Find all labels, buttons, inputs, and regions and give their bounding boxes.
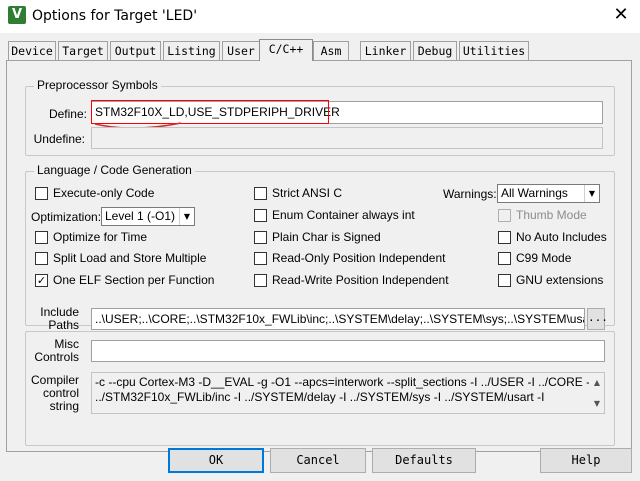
undefine-label: Undefine: [33,132,85,146]
no-auto-includes-checkbox[interactable] [498,231,511,244]
scroll-down-icon[interactable]: ▼ [594,396,600,411]
thumb-mode-checkbox[interactable] [498,209,511,222]
compiler-string-line2: ../STM32F10x_FWLib/inc -I ../SYSTEM/dela… [95,390,545,404]
gnu-extensions-label: GNU extensions [516,273,604,287]
rwpi-label: Read-Write Position Independent [272,273,449,287]
tab-asm[interactable]: Asm [313,41,349,60]
rwpi-checkbox[interactable] [254,274,267,287]
include-paths-value: ..\USER;..\CORE;..\STM32F10x_FWLib\inc;.… [95,312,585,326]
include-paths-input[interactable]: ..\USER;..\CORE;..\STM32F10x_FWLib\inc;.… [91,308,585,330]
title-bar: V Options for Target 'LED' ✕ [0,0,640,33]
compiler-string-label: Compiler control string [27,374,79,413]
tab-device[interactable]: Device [8,41,56,60]
include-paths-label: Include Paths [27,306,79,332]
execute-only-label: Execute-only Code [53,186,155,200]
plain-char-checkbox[interactable] [254,231,267,244]
define-input[interactable]: STM32F10X_LD,USE_STDPERIPH_DRIVER [91,101,603,124]
tab-linker[interactable]: Linker [360,41,411,60]
tab-c-cpp[interactable]: C/C++ [259,39,313,61]
tab-strip: Device Target Output Listing User C/C++ … [8,39,628,61]
c-cpp-panel: Preprocessor Symbols Define: STM32F10X_L… [6,60,632,452]
tab-debug[interactable]: Debug [413,41,457,60]
misc-controls-label-line2: Controls [34,350,79,364]
warnings-label: Warnings: [443,187,497,201]
preprocessor-group-title: Preprocessor Symbols [34,78,161,92]
ok-button[interactable]: OK [168,448,264,473]
split-load-checkbox[interactable] [35,252,48,265]
warnings-select[interactable]: All Warnings ▼ [497,184,600,203]
one-elf-section-checkbox[interactable]: ✓ [35,274,48,287]
tab-utilities[interactable]: Utilities [459,41,529,60]
misc-controls-label: Misc Controls [27,338,79,364]
enum-container-checkbox[interactable] [254,209,267,222]
window-title: Options for Target 'LED' [32,8,198,24]
optimization-value: Level 1 (-O1) [105,209,176,223]
tab-user[interactable]: User [222,41,260,60]
compiler-string-box[interactable]: -c --cpu Cortex-M3 -D__EVAL -g -O1 --apc… [91,372,605,414]
warnings-value: All Warnings [501,186,568,200]
ropi-checkbox[interactable] [254,252,267,265]
strict-ansi-label: Strict ANSI C [272,186,343,200]
execute-only-checkbox[interactable] [35,187,48,200]
close-button[interactable]: ✕ [606,2,636,28]
chevron-down-icon: ▼ [179,208,194,225]
compiler-string-line1: -c --cpu Cortex-M3 -D__EVAL -g -O1 --apc… [95,375,589,389]
keil-app-icon: V [8,6,26,24]
undefine-input[interactable] [91,127,603,149]
scroll-up-icon[interactable]: ▲ [594,375,600,390]
optimize-time-label: Optimize for Time [53,230,148,244]
compiler-string-label-line3: string [49,399,79,413]
help-button[interactable]: Help [540,448,632,473]
define-value: STM32F10X_LD,USE_STDPERIPH_DRIVER [95,105,340,119]
ropi-label: Read-Only Position Independent [272,251,446,265]
cancel-button[interactable]: Cancel [270,448,366,473]
tab-target[interactable]: Target [58,41,108,60]
optimization-select[interactable]: Level 1 (-O1) ▼ [101,207,195,226]
split-load-label: Split Load and Store Multiple [53,251,207,265]
gnu-extensions-checkbox[interactable] [498,274,511,287]
plain-char-label: Plain Char is Signed [272,230,381,244]
one-elf-section-label: One ELF Section per Function [53,273,215,287]
defaults-button[interactable]: Defaults [372,448,476,473]
compiler-string-scrollbar[interactable]: ▲ ▼ [592,375,602,411]
no-auto-includes-label: No Auto Includes [516,230,607,244]
optimization-label: Optimization: [31,210,102,224]
define-label: Define: [48,107,87,121]
strict-ansi-checkbox[interactable] [254,187,267,200]
enum-container-label: Enum Container always int [272,208,415,222]
include-paths-label-line2: Paths [48,318,79,332]
tab-listing[interactable]: Listing [163,41,220,60]
chevron-down-icon: ▼ [584,185,599,202]
browse-include-paths-button[interactable]: ... [587,308,608,330]
dialog-body: Device Target Output Listing User C/C++ … [0,33,640,481]
language-group-title: Language / Code Generation [34,163,195,177]
misc-controls-input[interactable] [91,340,605,362]
optimize-time-checkbox[interactable] [35,231,48,244]
c99-mode-checkbox[interactable] [498,252,511,265]
tab-output[interactable]: Output [110,41,161,60]
thumb-mode-label: Thumb Mode [516,208,587,222]
c99-mode-label: C99 Mode [516,251,572,265]
